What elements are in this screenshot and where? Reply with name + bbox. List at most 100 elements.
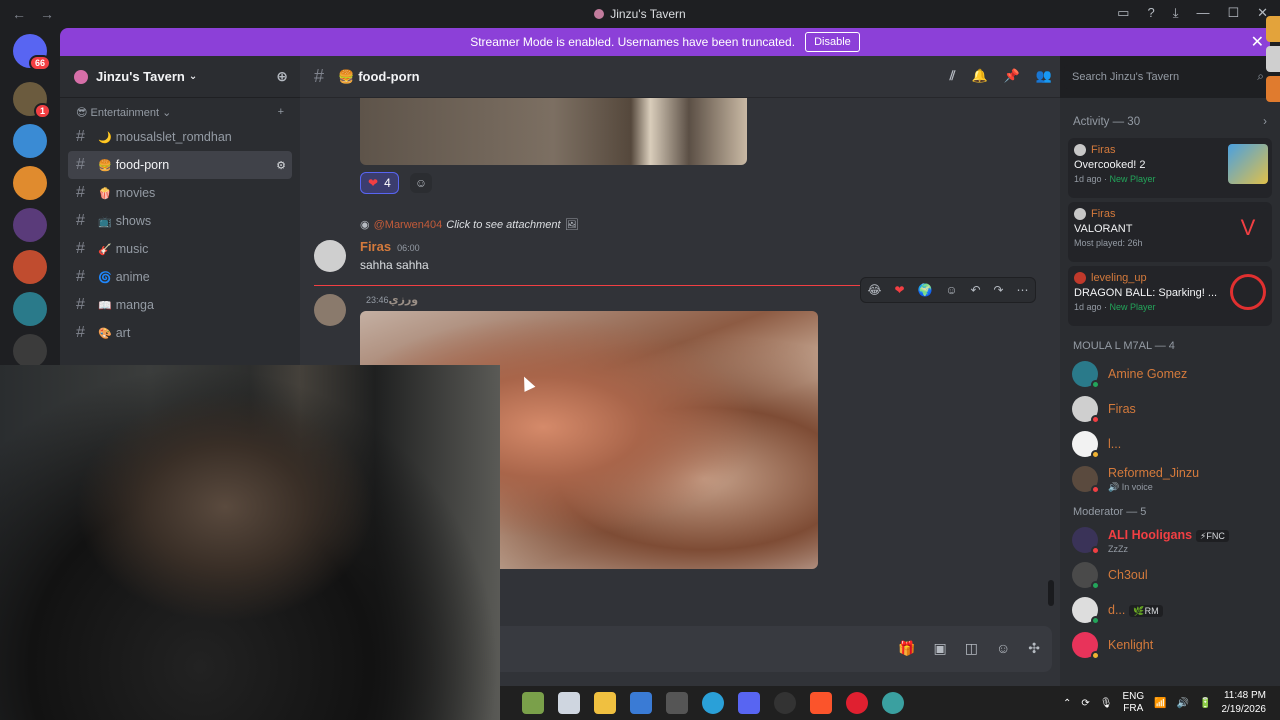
- status-icon: [1091, 615, 1100, 625]
- gif-icon[interactable]: ▣: [934, 640, 947, 657]
- category-entertainment[interactable]: 😎 Entertainment ⌄ +: [60, 98, 300, 123]
- channel-manga[interactable]: # 📖 manga: [68, 291, 292, 319]
- store-icon[interactable]: [630, 692, 652, 714]
- channel-movies[interactable]: # 🍿 movies: [68, 179, 292, 207]
- server-icon-4[interactable]: [13, 208, 47, 242]
- laugh-reaction-icon[interactable]: 😂: [867, 283, 881, 297]
- channel-mousalslet-romdhan[interactable]: # 🌙 mousalslet_romdhan: [68, 123, 292, 151]
- channel-emoji: 🍔: [338, 68, 355, 84]
- attachment-image[interactable]: [360, 98, 747, 165]
- heart-reaction-icon[interactable]: ❤: [894, 283, 904, 297]
- gift-icon[interactable]: 🎁: [898, 640, 915, 657]
- overlay-tab[interactable]: [1266, 76, 1280, 102]
- mic-icon[interactable]: 🎙: [1100, 698, 1113, 709]
- server-icon-2[interactable]: [13, 124, 47, 158]
- member-item[interactable]: Kenlight: [1060, 627, 1280, 662]
- volume-icon[interactable]: 🔊: [1177, 698, 1189, 709]
- disable-button[interactable]: Disable: [805, 32, 860, 52]
- invite-icon[interactable]: ⊕: [276, 68, 288, 85]
- member-item[interactable]: Amine Gomez: [1060, 356, 1280, 391]
- channel-art[interactable]: # 🎨 art: [68, 319, 292, 347]
- system-tray: ⌃ ⟳ 🎙 ENG FRA 📶 🔊 🔋 11:48 PM 2/19/2026: [1063, 689, 1266, 717]
- edge-icon[interactable]: [702, 692, 724, 714]
- sync-icon[interactable]: ⟳: [1081, 698, 1089, 709]
- activity-card[interactable]: Firas VALORANT Most played: 26h V: [1068, 202, 1272, 262]
- close-banner-icon[interactable]: ✕: [1251, 32, 1264, 52]
- bell-icon[interactable]: 🔔: [971, 68, 987, 84]
- activity-card[interactable]: Firas Overcooked! 2 1d ago · New Player: [1068, 138, 1272, 198]
- avatar: [1072, 360, 1100, 389]
- discord-icon[interactable]: [738, 692, 760, 714]
- avatar[interactable]: [314, 240, 346, 272]
- server-icon-3[interactable]: [13, 166, 47, 200]
- search-input[interactable]: Search Jinzu's Tavern ⌕: [1064, 65, 1270, 89]
- dm-home-button[interactable]: 66: [13, 34, 51, 71]
- activity-card[interactable]: leveling_up DRAGON BALL: Sparking! ... 1…: [1068, 266, 1272, 326]
- role-group-header: MOULA L M7AL — 4: [1073, 340, 1175, 352]
- server-icon-7[interactable]: [13, 334, 47, 368]
- file-explorer-icon[interactable]: [594, 692, 616, 714]
- wifi-icon[interactable]: 📶: [1154, 698, 1166, 709]
- member-list: Activity — 30 › Firas Overcooked! 2 1d ag…: [1060, 98, 1280, 686]
- opera-gx-icon[interactable]: [846, 692, 868, 714]
- reaction-heart[interactable]: ❤ 4: [360, 172, 399, 194]
- channel-food-porn[interactable]: # 🍔 food-porn ⚙: [68, 151, 292, 179]
- download-icon[interactable]: ⤓: [1173, 5, 1179, 21]
- channel-music[interactable]: # 🎸 music: [68, 235, 292, 263]
- member-item[interactable]: Ch3oul: [1060, 557, 1280, 592]
- server-icon-6[interactable]: [13, 292, 47, 326]
- message-text: sahha sahha: [360, 258, 429, 272]
- guild-tag: 🌿RM: [1129, 604, 1163, 617]
- minimize-icon[interactable]: —: [1196, 5, 1209, 21]
- channel-settings-icon[interactable]: ⚙: [276, 159, 286, 172]
- message-author[interactable]: ورزي23:46: [360, 293, 418, 306]
- scrollbar[interactable]: [1048, 580, 1054, 606]
- chevron-up-icon[interactable]: ⌃: [1063, 698, 1071, 709]
- member-item[interactable]: Reformed_Jinzu 🔊 In voice: [1060, 461, 1280, 496]
- server-icon-1[interactable]: 1: [13, 82, 51, 119]
- channel-name: food-porn: [115, 158, 170, 172]
- channel-anime[interactable]: # 🌀 anime: [68, 263, 292, 291]
- sticker-icon[interactable]: ◫: [965, 640, 978, 657]
- forward-msg-icon[interactable]: ↷: [994, 283, 1004, 297]
- server-icon-5[interactable]: [13, 250, 47, 284]
- user-avatar: [1074, 208, 1086, 220]
- pin-icon[interactable]: 📌: [1004, 68, 1020, 84]
- overlay-tab[interactable]: [1266, 46, 1280, 72]
- help-icon[interactable]: ?: [1147, 5, 1154, 21]
- message-author[interactable]: Firas 06:00: [360, 239, 420, 254]
- widgets-icon[interactable]: [522, 692, 544, 714]
- clock[interactable]: 11:48 PM 2/19/2026: [1222, 689, 1267, 717]
- member-item[interactable]: ALI Hooligans ⚡FNC ZzZz: [1060, 522, 1280, 557]
- inbox-icon[interactable]: ▭: [1117, 5, 1129, 21]
- app-icon[interactable]: [882, 692, 904, 714]
- member-item[interactable]: Firas: [1060, 391, 1280, 426]
- reply-reference[interactable]: ◉ @Marwen404 Click to see attachment 🖼: [360, 218, 579, 232]
- member-item[interactable]: l...: [1060, 426, 1280, 461]
- brave-icon[interactable]: [810, 692, 832, 714]
- add-reaction-button[interactable]: ☺: [410, 173, 432, 193]
- task-view-icon[interactable]: [558, 692, 580, 714]
- reply-icon[interactable]: ↶: [971, 283, 981, 297]
- apps-icon[interactable]: ✣: [1028, 640, 1040, 657]
- guild-header[interactable]: Jinzu's Tavern ⌄ ⊕: [60, 56, 300, 98]
- globe-reaction-icon[interactable]: 🌍: [917, 283, 932, 297]
- maximize-icon[interactable]: ☐: [1227, 5, 1239, 21]
- chevron-down-icon: ⌄: [188, 71, 198, 82]
- app-icon[interactable]: [774, 692, 796, 714]
- battery-icon[interactable]: 🔋: [1199, 698, 1211, 709]
- add-channel-icon[interactable]: +: [278, 106, 284, 119]
- emoji-icon[interactable]: ☺: [996, 640, 1010, 657]
- unity-icon[interactable]: [666, 692, 688, 714]
- language-indicator[interactable]: ENG FRA: [1122, 691, 1144, 715]
- activity-header[interactable]: Activity — 30 ›: [1060, 98, 1280, 134]
- member-item[interactable]: d... 🌿RM: [1060, 592, 1280, 627]
- avatar[interactable]: [314, 294, 346, 326]
- overlay-tab[interactable]: [1266, 16, 1280, 42]
- members-icon[interactable]: 👥: [1036, 68, 1052, 84]
- threads-icon[interactable]: ⫽: [950, 68, 956, 84]
- add-reaction-icon[interactable]: ☺: [945, 283, 957, 297]
- more-icon[interactable]: ⋯: [1017, 283, 1029, 297]
- channel-shows[interactable]: # 📺 shows: [68, 207, 292, 235]
- status-icon: [1091, 580, 1100, 590]
